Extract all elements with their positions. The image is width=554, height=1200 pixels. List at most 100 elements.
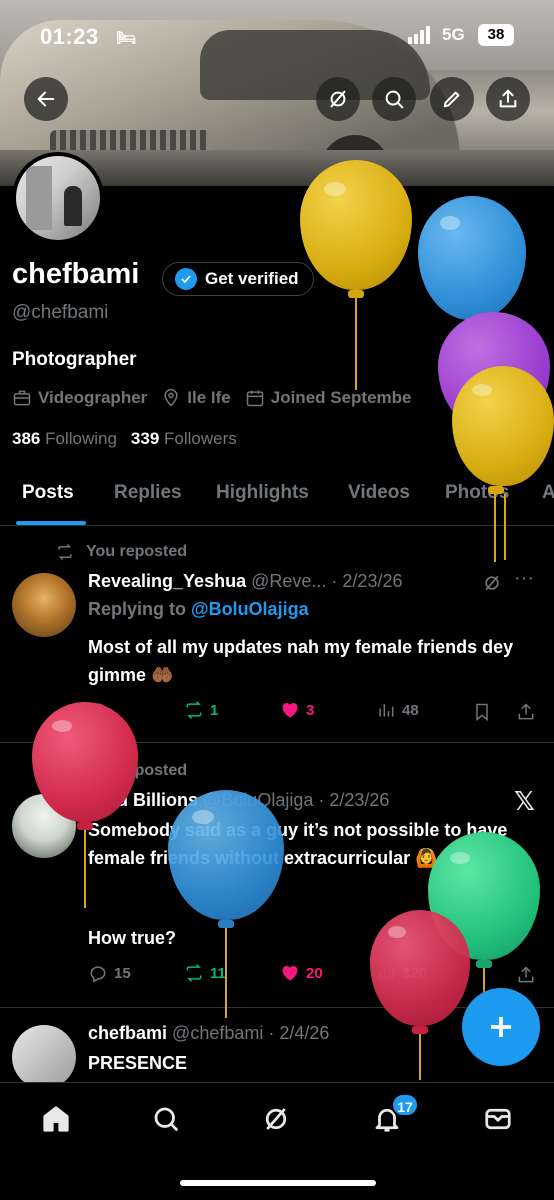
search-button[interactable]	[372, 77, 416, 121]
nav-grok[interactable]	[258, 1101, 294, 1137]
profile-bio: Photographer	[12, 349, 137, 370]
signal-icon	[408, 26, 434, 44]
post-author-avatar[interactable]	[12, 1025, 76, 1089]
following-link[interactable]: 386 Following	[12, 429, 117, 449]
pencil-icon	[443, 91, 460, 108]
replying-handle-link[interactable]: @BoluOlajiga	[191, 599, 309, 619]
share-icon[interactable]	[516, 702, 536, 722]
bookmark-icon[interactable]	[472, 702, 492, 722]
calendar-icon	[246, 390, 263, 407]
analytics-icon	[379, 704, 394, 717]
balloon-red-2	[370, 910, 470, 1082]
tab-videos[interactable]: Videos	[348, 482, 410, 504]
status-time: 01:23	[40, 24, 99, 49]
profile-joined: Joined Septembe	[245, 388, 412, 408]
reply-count: 15	[114, 964, 131, 982]
follow-stats: 386 Following 339 Followers	[12, 429, 237, 449]
get-verified-label: Get verified	[205, 269, 299, 288]
nav-messages[interactable]	[480, 1101, 516, 1137]
nav-home[interactable]	[38, 1101, 74, 1137]
like-count: 3	[306, 701, 315, 719]
profile-category: Videographer	[12, 388, 147, 408]
repost-icon	[186, 701, 202, 719]
tab-posts[interactable]: Posts	[22, 482, 74, 504]
arrow-left-icon	[37, 91, 55, 107]
get-verified-button[interactable]: Get verified	[162, 262, 314, 296]
post-header: chefbami @chefbami · 2/4/26	[88, 1023, 329, 1044]
x-logo-icon: 𝕏	[514, 786, 535, 816]
reply-button[interactable]: 15	[88, 963, 131, 983]
retweet-button[interactable]: 1	[184, 700, 218, 720]
following-label: Following	[45, 429, 117, 448]
grok-icon	[330, 90, 346, 108]
share-icon	[499, 89, 517, 108]
views-button[interactable]: 48	[376, 700, 419, 720]
share-button[interactable]	[486, 77, 530, 121]
profile-avatar[interactable]	[12, 152, 104, 244]
like-button[interactable]: 3	[280, 700, 314, 720]
search-icon	[385, 90, 404, 109]
replying-prefix: Replying to	[88, 599, 186, 619]
tab-highlights[interactable]: Highlights	[216, 482, 309, 504]
sleep-mode-icon: 🛏	[116, 30, 137, 47]
briefcase-icon	[13, 390, 31, 406]
balloon-yellow	[300, 160, 412, 390]
search-icon	[154, 1107, 179, 1132]
profile-meta: Videographer Ile Ife Joined Septembe	[12, 388, 412, 408]
retweet-count: 1	[210, 701, 219, 719]
status-bar: 01:23 🛏 5G 38	[0, 0, 554, 72]
balloon-blue-2	[168, 790, 284, 1020]
location-text: Ile Ife	[187, 388, 231, 407]
post-author-name[interactable]: Revealing_Yeshua	[88, 571, 246, 591]
grok-button[interactable]	[316, 77, 360, 121]
avatar-figure	[64, 186, 82, 226]
profile-location: Ile Ife	[161, 388, 231, 408]
view-count: 48	[402, 701, 419, 719]
reply-icon	[90, 966, 106, 983]
post-text: Most of all my updates nah my female fri…	[88, 637, 514, 685]
followers-label: Followers	[164, 429, 237, 448]
post-author-handle: @Reve...	[251, 571, 327, 591]
followers-link[interactable]: 339 Followers	[131, 429, 237, 449]
post-author-name[interactable]: chefbami	[88, 1023, 167, 1043]
category-text: Videographer	[38, 388, 148, 407]
like-count: 20	[306, 964, 323, 982]
balloon-yellow-2	[452, 366, 554, 566]
grok-icon[interactable]	[482, 573, 502, 593]
heart-icon	[282, 702, 298, 718]
profile-handle: @chefbami	[12, 302, 109, 323]
verified-badge-icon	[175, 268, 197, 290]
repost-indicator: You reposted	[56, 543, 187, 561]
avatar-door	[26, 166, 52, 230]
profile-name: chefbami	[12, 258, 140, 290]
replying-to: Replying to @BoluOlajiga	[88, 599, 309, 620]
repost-label: You reposted	[86, 543, 188, 560]
back-button[interactable]	[24, 77, 68, 121]
grok-icon	[265, 1108, 287, 1130]
compose-post-button[interactable]	[462, 988, 540, 1066]
post-date: · 2/23/26	[331, 571, 403, 591]
home-indicator	[180, 1180, 376, 1186]
joined-text: Joined Septembe	[270, 388, 412, 407]
notification-count-badge: 17	[391, 1093, 419, 1117]
repost-icon	[58, 543, 72, 561]
more-options-icon[interactable]: ···	[514, 567, 534, 590]
location-pin-icon	[164, 388, 178, 407]
active-tab-indicator	[16, 521, 86, 525]
following-count: 386	[12, 429, 41, 448]
envelope-icon	[485, 1108, 511, 1130]
post-actions: 1 3 48	[88, 700, 538, 726]
nav-search[interactable]	[148, 1101, 184, 1137]
post-date: · 2/4/26	[268, 1023, 330, 1043]
like-button[interactable]: 20	[280, 963, 323, 983]
edit-button[interactable]	[430, 77, 474, 121]
balloon-red	[32, 702, 138, 912]
home-icon	[43, 1106, 69, 1132]
network-type: 5G	[442, 25, 465, 44]
plus-icon	[491, 1017, 511, 1037]
followers-count: 339	[130, 429, 160, 448]
post-header: Revealing_Yeshua @Reve... · 2/23/26	[88, 571, 402, 592]
tab-replies[interactable]: Replies	[114, 482, 182, 504]
battery-indicator: 38	[478, 24, 514, 46]
post-author-avatar[interactable]	[12, 573, 76, 637]
